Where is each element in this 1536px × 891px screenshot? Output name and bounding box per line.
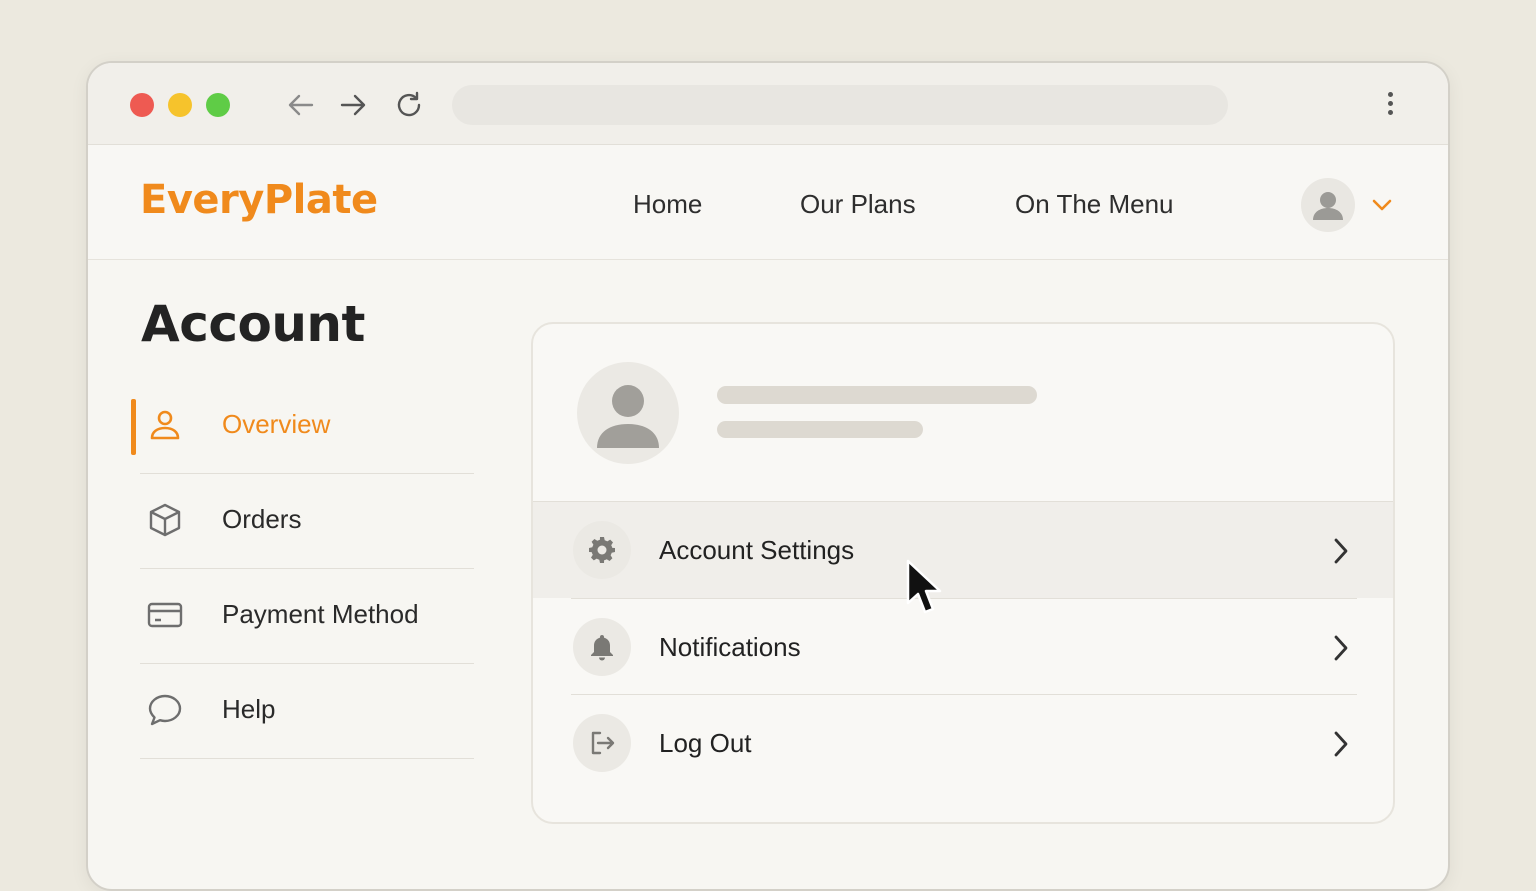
menu-row-account-settings[interactable]: Account Settings [533,501,1393,598]
bell-icon [573,618,631,676]
menu-row-label: Log Out [659,728,752,758]
forward-arrow-icon[interactable] [337,89,369,121]
menu-row-label: Account Settings [659,535,855,565]
menu-row-notifications[interactable]: Notifications [571,598,1357,695]
site-header: EveryPlate Home Our Plans On The Menu [88,145,1448,260]
sidebar-item-payment-method[interactable]: Payment Method [140,569,474,664]
sidebar-item-label: Orders [222,504,302,534]
nav-home[interactable]: Home [633,189,702,220]
email-placeholder [717,421,923,438]
mouse-cursor-icon [905,559,945,621]
close-window-button[interactable] [130,93,154,117]
sidebar-item-label: Overview [222,409,331,439]
name-placeholder [717,386,1037,404]
chevron-right-icon [1331,536,1351,566]
browser-window: EveryPlate Home Our Plans On The Menu Ac… [86,61,1450,891]
sidebar-item-label: Payment Method [222,599,419,629]
gear-icon [573,521,631,579]
back-arrow-icon[interactable] [285,89,317,121]
logout-icon [573,714,631,772]
user-icon [146,406,184,444]
menu-row-label: Notifications [659,632,801,662]
sidebar-item-help[interactable]: Help [140,664,474,759]
page-title: Account [141,295,365,353]
box-icon [146,501,184,539]
active-indicator [131,399,136,455]
browser-toolbar [88,63,1448,145]
address-bar[interactable] [452,85,1228,125]
chevron-right-icon [1331,729,1351,759]
kebab-menu-icon[interactable] [1380,89,1400,121]
credit-card-icon [146,596,184,634]
reload-icon[interactable] [393,89,425,121]
minimize-window-button[interactable] [168,93,192,117]
menu-row-log-out[interactable]: Log Out [571,694,1357,791]
chevron-down-icon[interactable] [1370,195,1394,215]
nav-on-the-menu[interactable]: On The Menu [1015,189,1174,220]
maximize-window-button[interactable] [206,93,230,117]
account-card: Account Settings Notifications Log Out [531,322,1395,824]
chat-bubble-icon [146,691,184,729]
sidebar-item-label: Help [222,694,276,724]
chevron-right-icon [1331,633,1351,663]
user-avatar[interactable] [1301,178,1355,232]
logo[interactable]: EveryPlate [140,177,378,223]
nav-our-plans[interactable]: Our Plans [800,189,916,220]
profile-avatar [577,362,679,464]
sidebar-item-overview[interactable]: Overview [131,379,474,474]
sidebar-item-orders[interactable]: Orders [140,474,474,569]
